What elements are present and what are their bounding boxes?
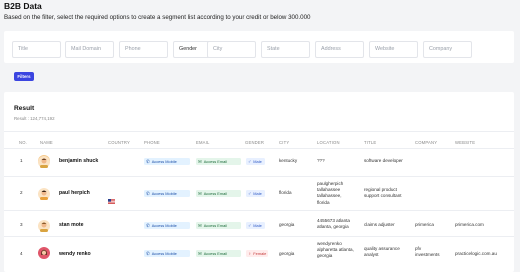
phone-icon: ✆ xyxy=(146,223,150,228)
us-flag-icon xyxy=(108,191,115,204)
location-value: ??? xyxy=(317,158,325,163)
page-subtitle: Based on the filter, select the required… xyxy=(4,14,311,21)
phone-icon: ✆ xyxy=(146,159,150,164)
female-icon: ♀ xyxy=(248,251,252,256)
city-value: georgia xyxy=(279,222,295,227)
company-line: investments xyxy=(415,252,440,258)
access-mobile-button[interactable]: ✆ Access Mobile xyxy=(144,250,190,257)
city-filter-input[interactable]: City xyxy=(207,41,256,58)
avatar xyxy=(38,187,50,200)
location-line: tallahassee, xyxy=(317,193,342,199)
title-line: analyst xyxy=(364,252,379,258)
result-count: Result : 124,774,192 xyxy=(14,116,55,121)
location-line: georgia xyxy=(317,253,333,259)
row-number: 4 xyxy=(20,251,23,256)
column-header-city: CITY xyxy=(279,140,290,145)
row-number: 1 xyxy=(20,158,23,163)
avatar xyxy=(38,246,50,259)
access-mobile-button[interactable]: ✆ Access Mobile xyxy=(144,222,190,229)
divider xyxy=(4,148,514,149)
title-value: regional product support consultant xyxy=(364,187,402,199)
phone-icon: ✆ xyxy=(146,191,150,196)
city-value: kentucky xyxy=(279,158,298,163)
access-email-button[interactable]: ✉ Access Email xyxy=(196,250,241,257)
contact-name[interactable]: stan mote xyxy=(59,222,84,228)
location-line: florida xyxy=(317,199,330,205)
row-number: 2 xyxy=(20,190,23,195)
company-value: pfv investments xyxy=(415,246,440,258)
column-header-phone: PHONE xyxy=(144,140,160,145)
column-header-no: NO. xyxy=(19,140,28,145)
gender-badge: ♂ Male xyxy=(246,158,265,165)
title-value: software developer xyxy=(364,158,403,163)
column-header-title: TITLE xyxy=(364,140,377,145)
result-panel xyxy=(4,92,514,272)
column-header-email: EMAIL xyxy=(196,140,210,145)
page-title: B2B Data xyxy=(4,1,42,11)
mail-icon: ✉ xyxy=(198,159,202,164)
access-mobile-button[interactable]: ✆ Access Mobile xyxy=(144,190,190,197)
state-filter-input[interactable]: State xyxy=(261,41,310,58)
mail-icon: ✉ xyxy=(198,251,202,256)
avatar xyxy=(38,219,50,232)
male-icon: ♂ xyxy=(248,159,252,164)
location-value: 4455673 atlanta atlanta, georgia xyxy=(317,218,350,230)
column-header-location: LOCATION xyxy=(317,140,340,145)
location-line: atlanta, georgia xyxy=(317,224,349,230)
column-header-website: WEBSITE xyxy=(455,140,476,145)
male-icon: ♂ xyxy=(248,223,252,228)
title-value: claims adjuster xyxy=(364,222,395,227)
column-header-country: COUNTRY xyxy=(108,140,131,145)
column-header-gender: GENDER xyxy=(245,140,265,145)
filters-button[interactable]: Filters xyxy=(14,72,34,81)
title-filter-input[interactable]: Title xyxy=(12,41,61,58)
access-email-button[interactable]: ✉ Access Email xyxy=(196,222,241,229)
company-value: primerica xyxy=(415,222,434,227)
phone-filter-input[interactable]: Phone xyxy=(119,41,168,58)
access-mobile-button[interactable]: ✆ Access Mobile xyxy=(144,158,190,165)
access-email-button[interactable]: ✉ Access Email xyxy=(196,158,241,165)
divider xyxy=(4,236,514,237)
filter-panel: Title Mail Domain Phone Gender City Stat… xyxy=(4,31,514,63)
contact-name[interactable]: wendy renko xyxy=(59,251,91,257)
website-filter-input[interactable]: Website xyxy=(369,41,418,58)
male-icon: ♂ xyxy=(248,191,252,196)
gender-badge: ♀ Female xyxy=(246,250,268,257)
contact-name[interactable]: paul herpich xyxy=(59,190,90,196)
address-filter-input[interactable]: Address xyxy=(315,41,364,58)
gender-badge: ♂ Male xyxy=(246,190,265,197)
row-number: 3 xyxy=(20,222,23,227)
title-line: support consultant xyxy=(364,193,402,199)
city-value: florida xyxy=(279,190,292,195)
location-value: paulgherpich tallahassee tallahassee, fl… xyxy=(317,181,343,206)
divider xyxy=(4,210,514,211)
divider xyxy=(4,176,514,177)
column-header-company: COMPANY xyxy=(415,140,438,145)
divider xyxy=(4,131,514,132)
column-header-name: NAME xyxy=(40,140,53,145)
mail-domain-filter-input[interactable]: Mail Domain xyxy=(65,41,114,58)
gender-badge: ♂ Male xyxy=(246,222,265,229)
phone-icon: ✆ xyxy=(146,251,150,256)
location-value: wendyrenko alpharetta atlanta, georgia xyxy=(317,241,354,260)
mail-icon: ✉ xyxy=(198,191,202,196)
result-title: Result xyxy=(14,105,35,112)
access-email-button[interactable]: ✉ Access Email xyxy=(196,190,241,197)
mail-icon: ✉ xyxy=(198,223,202,228)
title-value: quality assurance analyst xyxy=(364,246,400,258)
city-value: georgia xyxy=(279,251,295,256)
website-link[interactable]: primerica.com xyxy=(455,222,484,228)
avatar xyxy=(38,155,50,168)
website-link[interactable]: practicelogic.com.au xyxy=(455,251,497,257)
contact-name[interactable]: benjamin shuck xyxy=(59,158,98,164)
company-filter-input[interactable]: Company xyxy=(423,41,472,58)
